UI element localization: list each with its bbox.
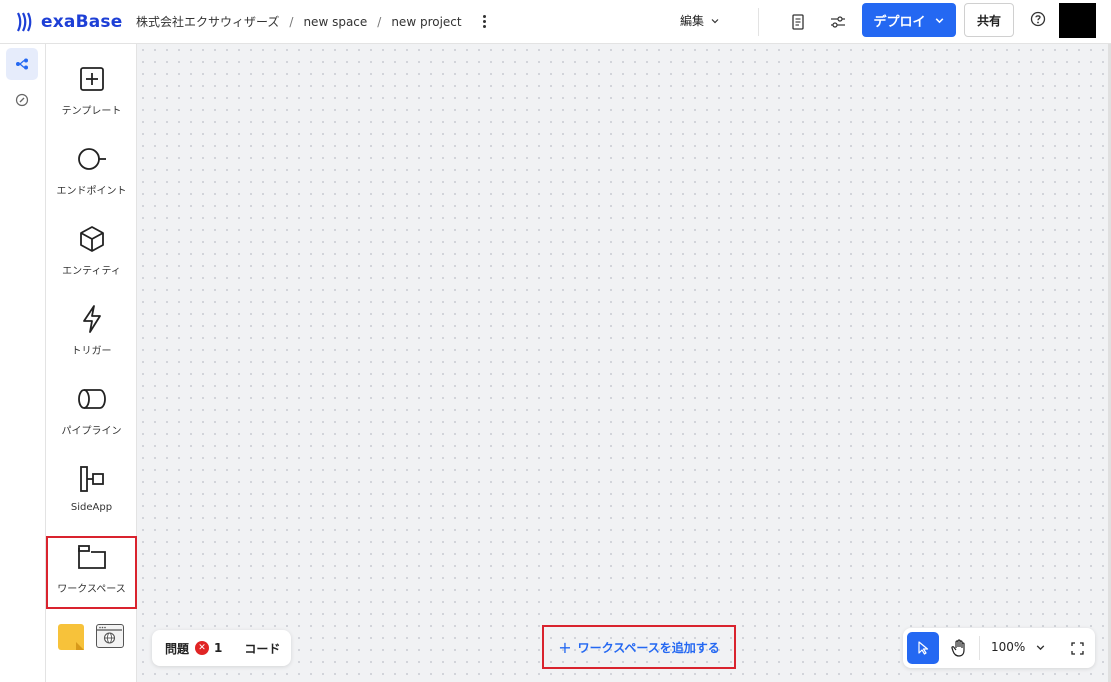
error-icon: ✕ (195, 641, 210, 655)
palette-extras (58, 624, 124, 650)
chevron-down-icon (1037, 644, 1045, 650)
tool-label: ワークスペース (57, 584, 126, 595)
edit-mode-dropdown[interactable]: 編集 (680, 12, 720, 29)
tool-pipeline[interactable]: パイプライン (46, 368, 137, 448)
zoom-dropdown[interactable]: 100% (991, 640, 1046, 654)
breadcrumb: 株式会社エクサウィザーズ / new space / new project (136, 13, 462, 30)
breadcrumb-separator: / (289, 14, 294, 29)
sideapp-icon (77, 464, 107, 494)
workspace-icon (77, 542, 107, 572)
edit-mode-label: 編集 (680, 14, 705, 28)
fullscreen-icon (1070, 641, 1084, 655)
share-button[interactable]: 共有 (964, 3, 1014, 37)
issues-tab[interactable]: 問題 (165, 640, 189, 657)
tool-label: エンティティ (62, 266, 121, 277)
settings-button[interactable] (826, 10, 850, 34)
chevron-down-icon (935, 17, 943, 23)
web-browser-icon[interactable] (96, 624, 124, 648)
select-tool-button[interactable] (907, 632, 939, 664)
app-name: exaBase (41, 11, 123, 32)
tool-label: パイプライン (61, 426, 122, 437)
chevron-down-icon (711, 18, 719, 23)
zoom-level: 100% (991, 640, 1026, 654)
tool-sideapp[interactable]: SideApp (46, 448, 137, 528)
cube-icon (77, 224, 107, 254)
user-avatar[interactable] (1059, 3, 1096, 38)
breadcrumb-project[interactable]: new project (391, 15, 461, 29)
more-options-icon[interactable] (482, 15, 488, 28)
component-palette: テンプレート エンドポイント エンティティ トリガー パイプライン SideAp… (46, 44, 137, 682)
left-rail (0, 44, 46, 682)
fullscreen-button[interactable] (1067, 638, 1087, 658)
tool-workspace[interactable]: ワークスペース (46, 536, 137, 609)
settings-sliders-icon (831, 16, 845, 28)
tool-label: テンプレート (61, 106, 122, 117)
canvas-controls: 100% (903, 628, 1095, 668)
breadcrumb-org[interactable]: 株式会社エクサウィザーズ (136, 13, 279, 30)
hand-icon (951, 639, 965, 657)
tool-template[interactable]: テンプレート (46, 48, 137, 128)
add-workspace-button[interactable]: + ワークスペースを追加する (542, 625, 736, 669)
issues-panel: 問題 ✕ 1 コード (152, 630, 291, 666)
deploy-label: デプロイ (873, 14, 926, 30)
plus-icon: + (558, 637, 572, 657)
tool-entity[interactable]: エンティティ (46, 208, 137, 288)
tool-label: エンドポイント (56, 186, 127, 197)
exabase-logo-icon (17, 12, 32, 31)
header-divider (758, 8, 759, 36)
pointer-icon (918, 641, 929, 655)
help-icon (1030, 11, 1046, 27)
document-icon (792, 14, 804, 30)
pipeline-icon (77, 384, 107, 414)
top-header: exaBase 株式会社エクサウィザーズ / new space / new p… (0, 0, 1111, 44)
flow-icon (16, 58, 28, 70)
gauge-icon (15, 93, 29, 107)
tool-label: トリガー (71, 346, 112, 357)
deploy-button[interactable]: デプロイ (862, 3, 956, 37)
sticky-note-icon[interactable] (58, 624, 84, 650)
app-logo[interactable]: exaBase (16, 11, 126, 33)
zoom-divider (979, 636, 980, 660)
lightning-icon (77, 304, 107, 334)
rail-item-flow[interactable] (6, 48, 38, 80)
help-button[interactable] (1030, 11, 1046, 31)
issue-count: 1 (214, 641, 223, 655)
add-workspace-label: ワークスペースを追加する (577, 640, 720, 655)
plus-square-icon (77, 64, 107, 94)
document-button[interactable] (786, 10, 810, 34)
tool-label: SideApp (70, 502, 113, 513)
breadcrumb-space[interactable]: new space (303, 15, 367, 29)
tool-endpoint[interactable]: エンドポイント (46, 128, 137, 208)
tool-trigger[interactable]: トリガー (46, 288, 137, 368)
endpoint-icon (77, 144, 107, 174)
code-tab[interactable]: コード (244, 640, 280, 657)
breadcrumb-separator: / (377, 14, 382, 29)
rail-item-dashboard[interactable] (6, 84, 38, 116)
pan-tool-button[interactable] (945, 634, 973, 662)
flow-canvas[interactable] (137, 44, 1111, 682)
